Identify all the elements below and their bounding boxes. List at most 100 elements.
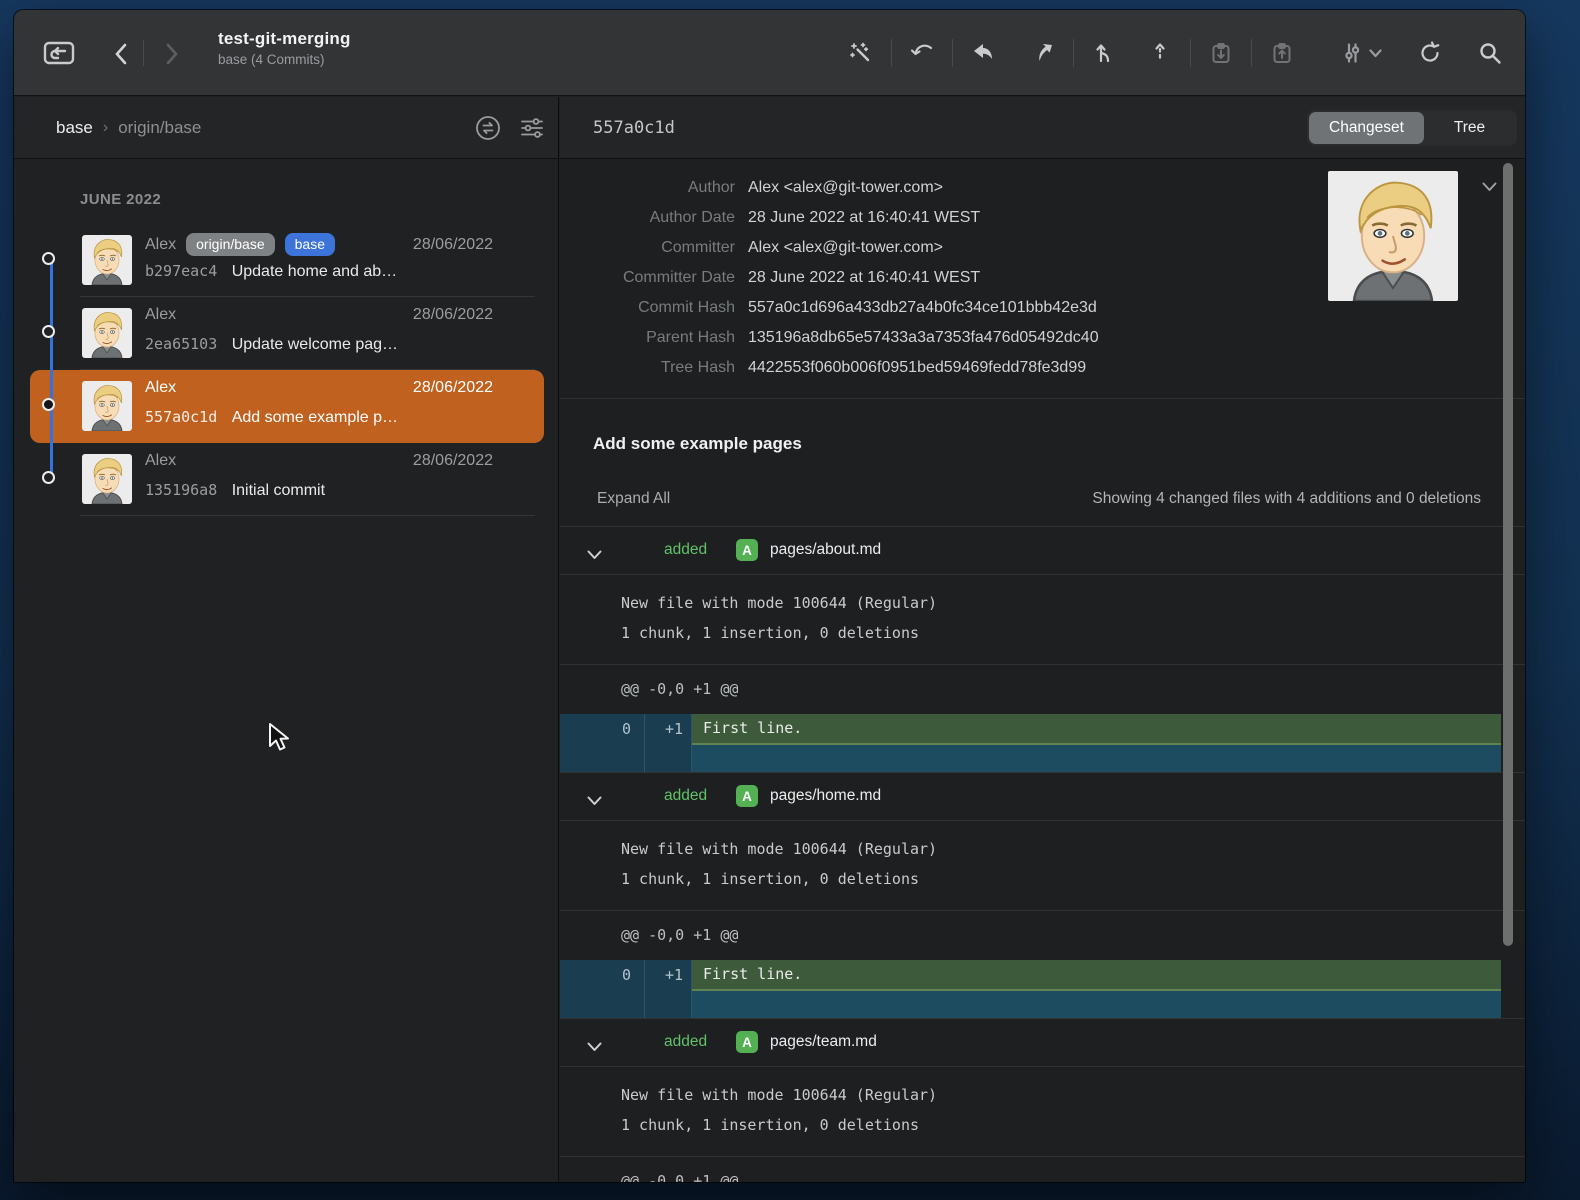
open-repository-icon[interactable] [42, 39, 76, 67]
history-swap-icon[interactable] [474, 114, 502, 147]
mouse-cursor [266, 722, 292, 757]
file-mode-line: New file with mode 100644 (Regular) [621, 834, 1525, 864]
commit-row[interactable]: Alex 28/06/2022 2ea65103 Update welcome … [14, 297, 559, 370]
tab-changeset[interactable]: Changeset [1309, 112, 1424, 144]
file-stats-line: 1 chunk, 1 insertion, 0 deletions [621, 618, 1525, 648]
file-info: New file with mode 100644 (Regular) 1 ch… [560, 821, 1525, 911]
changed-files-list: added A pages/about.md New file with mod… [560, 526, 1525, 1182]
commit-short-hash: 557a0c1d [145, 408, 217, 426]
commit-history-sidebar: base › origin/base JUNE 2022 [14, 97, 559, 1182]
toolbar-divider [891, 39, 892, 67]
toolbar-divider [1073, 39, 1074, 67]
added-status-badge: A [736, 539, 758, 561]
remote-branch-badge[interactable]: origin/base [186, 233, 275, 256]
rebase-icon[interactable] [1147, 40, 1173, 66]
nav-divider [143, 40, 144, 66]
avatar [82, 235, 132, 285]
avatar [82, 454, 132, 504]
breadcrumb[interactable]: base › origin/base [56, 97, 201, 159]
refresh-icon[interactable] [1417, 40, 1443, 66]
forward-icon[interactable] [166, 43, 179, 65]
hunk-header: @@ -0,0 +1 @@ [560, 911, 1525, 960]
meta-value: 28 June 2022 at 16:40:41 WEST [748, 209, 980, 227]
filter-sliders-icon[interactable] [518, 114, 546, 147]
expand-all-button[interactable]: Expand All [597, 490, 670, 508]
undo-icon[interactable] [909, 40, 935, 66]
breadcrumb-current-branch[interactable]: base [56, 118, 93, 138]
collapse-chevron-icon[interactable] [587, 793, 602, 811]
meta-label: Tree Hash [560, 359, 735, 377]
file-stats-line: 1 chunk, 1 insertion, 0 deletions [621, 864, 1525, 894]
commit-short-hash: 135196a8 [145, 481, 217, 499]
commit-message: Update home and ab… [232, 263, 397, 280]
avatar [82, 308, 132, 358]
commit-graph-node [42, 471, 55, 484]
commit-graph-node-selected [42, 398, 55, 411]
added-line-content: First line. [692, 714, 1501, 745]
tab-tree[interactable]: Tree [1424, 112, 1515, 144]
apply-stash-icon[interactable] [1269, 40, 1295, 66]
chevron-down-icon[interactable] [1367, 40, 1383, 66]
file-header[interactable]: added A pages/about.md [560, 527, 1525, 575]
file-info: New file with mode 100644 (Regular) 1 ch… [560, 1067, 1525, 1157]
toolbar-divider [1251, 39, 1252, 67]
toolbar-divider [952, 39, 953, 67]
meta-label: Author [560, 179, 735, 197]
scrollbar-thumb[interactable] [1503, 163, 1513, 946]
meta-value: 28 June 2022 at 16:40:41 WEST [748, 269, 980, 287]
meta-label: Committer Date [560, 269, 735, 287]
commit-message-section: Add some example pages Expand All Showin… [560, 400, 1525, 526]
commit-detail-panel: 557a0c1d Changeset Tree Author Alex <alex… [560, 97, 1525, 1182]
commit-row[interactable]: Alex 28/06/2022 135196a8 Initial commit [14, 443, 559, 516]
new-line-number: +1 [645, 960, 692, 991]
commit-author: Alex [145, 236, 176, 254]
old-line-number: 0 [560, 714, 645, 745]
diff-filler-row [560, 991, 1501, 1018]
file-header[interactable]: added A pages/team.md [560, 1019, 1525, 1067]
commit-date: 28/06/2022 [413, 236, 493, 254]
collapse-chevron-icon[interactable] [587, 1039, 602, 1057]
diff-added-line[interactable]: 0 +1 First line. [560, 714, 1501, 745]
added-status-badge: A [736, 785, 758, 807]
commit-graph-line [50, 261, 53, 480]
detail-header: 557a0c1d Changeset Tree [560, 97, 1525, 159]
breadcrumb-upstream-branch[interactable]: origin/base [118, 118, 201, 138]
collapse-chevron-icon[interactable] [587, 547, 602, 565]
commit-author: Alex [145, 452, 176, 470]
commit-row-selected[interactable]: Alex 28/06/2022 557a0c1d Add some exampl… [14, 370, 559, 443]
diff-filler-row [560, 745, 1501, 772]
title-bar: test-git-merging base (4 Commits) [14, 10, 1525, 96]
merge-icon[interactable] [1091, 40, 1117, 66]
code-filler [692, 991, 1501, 1018]
file-section: added A pages/about.md New file with mod… [560, 527, 1525, 773]
branch-subtitle: base (4 Commits) [218, 52, 351, 67]
stash-icon[interactable] [1208, 40, 1234, 66]
pull-icon[interactable] [970, 40, 996, 66]
back-icon[interactable] [114, 43, 127, 65]
old-line-number: 0 [560, 960, 645, 991]
new-line-number: +1 [645, 714, 692, 745]
file-path: pages/team.md [770, 1033, 877, 1051]
magic-actions-icon[interactable] [848, 40, 874, 66]
diff-added-line[interactable]: 0 +1 First line. [560, 960, 1501, 991]
commit-message-title: Add some example pages [593, 434, 802, 454]
meta-value: Alex <alex@git-tower.com> [748, 239, 943, 257]
file-mode-line: New file with mode 100644 (Regular) [621, 1080, 1525, 1110]
commit-date: 28/06/2022 [413, 452, 493, 470]
row-divider [80, 515, 535, 516]
file-header[interactable]: added A pages/home.md [560, 773, 1525, 821]
compare-branches-icon[interactable] [1339, 40, 1365, 66]
commit-message: Add some example p… [232, 409, 398, 426]
gutter-filler [645, 991, 692, 1018]
code-filler [692, 745, 1501, 772]
commit-author: Alex [145, 306, 176, 324]
gutter-filler [560, 745, 645, 772]
push-icon[interactable] [1030, 40, 1056, 66]
toolbar [848, 10, 1503, 96]
avatar-chevron-down-icon[interactable] [1482, 179, 1497, 197]
search-icon[interactable] [1477, 40, 1503, 66]
commit-row[interactable]: Alex origin/base base 28/06/2022 b297eac… [14, 224, 559, 297]
added-line-content: First line. [692, 960, 1501, 991]
local-branch-badge[interactable]: base [285, 233, 335, 256]
hunk-header: @@ -0,0 +1 @@ [560, 1157, 1525, 1182]
